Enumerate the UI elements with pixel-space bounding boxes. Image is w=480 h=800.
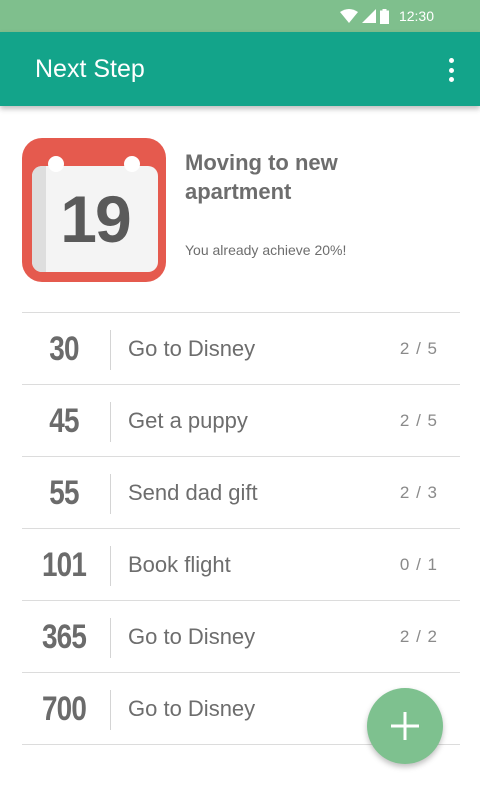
menu-dot xyxy=(448,58,454,63)
goal-progress-text: You already achieve 20%! xyxy=(185,242,347,258)
task-name: Go to Disney xyxy=(128,696,256,721)
task-divider xyxy=(110,690,111,730)
task-days: 101 xyxy=(41,545,87,584)
status-icons xyxy=(339,8,389,24)
app-bar: Next Step xyxy=(0,32,480,106)
more-vert-icon[interactable] xyxy=(444,58,458,82)
task-name: Go to Disney xyxy=(128,336,256,361)
task-row[interactable]: 365 Go to Disney 2 / 2 xyxy=(22,601,460,673)
task-row[interactable]: 55 Send dad gift 2 / 3 xyxy=(22,457,460,529)
task-days: 365 xyxy=(41,617,87,656)
task-row[interactable]: 45 Get a puppy 2 / 5 xyxy=(22,385,460,457)
menu-dot xyxy=(448,67,454,73)
task-divider xyxy=(110,618,111,658)
task-divider xyxy=(110,546,111,586)
task-count: 2 / 5 xyxy=(399,339,438,358)
task-row[interactable]: 101 Book flight 0 / 1 xyxy=(22,529,460,601)
wifi-icon xyxy=(339,9,358,23)
menu-dot xyxy=(448,77,454,82)
task-name: Go to Disney xyxy=(128,624,256,649)
task-count: 2 / 3 xyxy=(399,483,438,502)
calendar-icon: 19 xyxy=(22,138,166,282)
task-count: 0 / 1 xyxy=(399,555,438,574)
task-days: 55 xyxy=(49,473,79,512)
task-name: Book flight xyxy=(128,552,231,577)
task-count: 2 / 2 xyxy=(399,627,438,646)
task-row[interactable]: 30 Go to Disney 2 / 5 xyxy=(22,313,460,385)
task-name: Get a puppy xyxy=(128,408,248,433)
calendar-day: 19 xyxy=(60,182,131,256)
task-count: 2 / 5 xyxy=(399,411,438,430)
app-title: Next Step xyxy=(35,54,145,83)
task-days: 700 xyxy=(41,689,87,728)
add-icon xyxy=(391,712,419,740)
task-divider xyxy=(110,402,111,442)
task-list: 30 Go to Disney 2 / 5 45 Get a puppy 2 /… xyxy=(22,312,460,745)
task-divider xyxy=(110,330,111,370)
add-task-button[interactable] xyxy=(367,688,443,764)
goal-title: Moving to new apartment xyxy=(185,150,338,204)
task-divider xyxy=(110,474,111,514)
battery-icon xyxy=(379,8,389,24)
task-name: Send dad gift xyxy=(128,480,258,505)
signal-icon xyxy=(361,9,376,23)
task-days: 30 xyxy=(49,329,79,368)
status-time: 12:30 xyxy=(398,8,434,24)
status-bar: 12:30 xyxy=(0,0,480,32)
goal-header: 19 Moving to new apartment You already a… xyxy=(0,106,480,312)
task-days: 45 xyxy=(49,401,79,440)
